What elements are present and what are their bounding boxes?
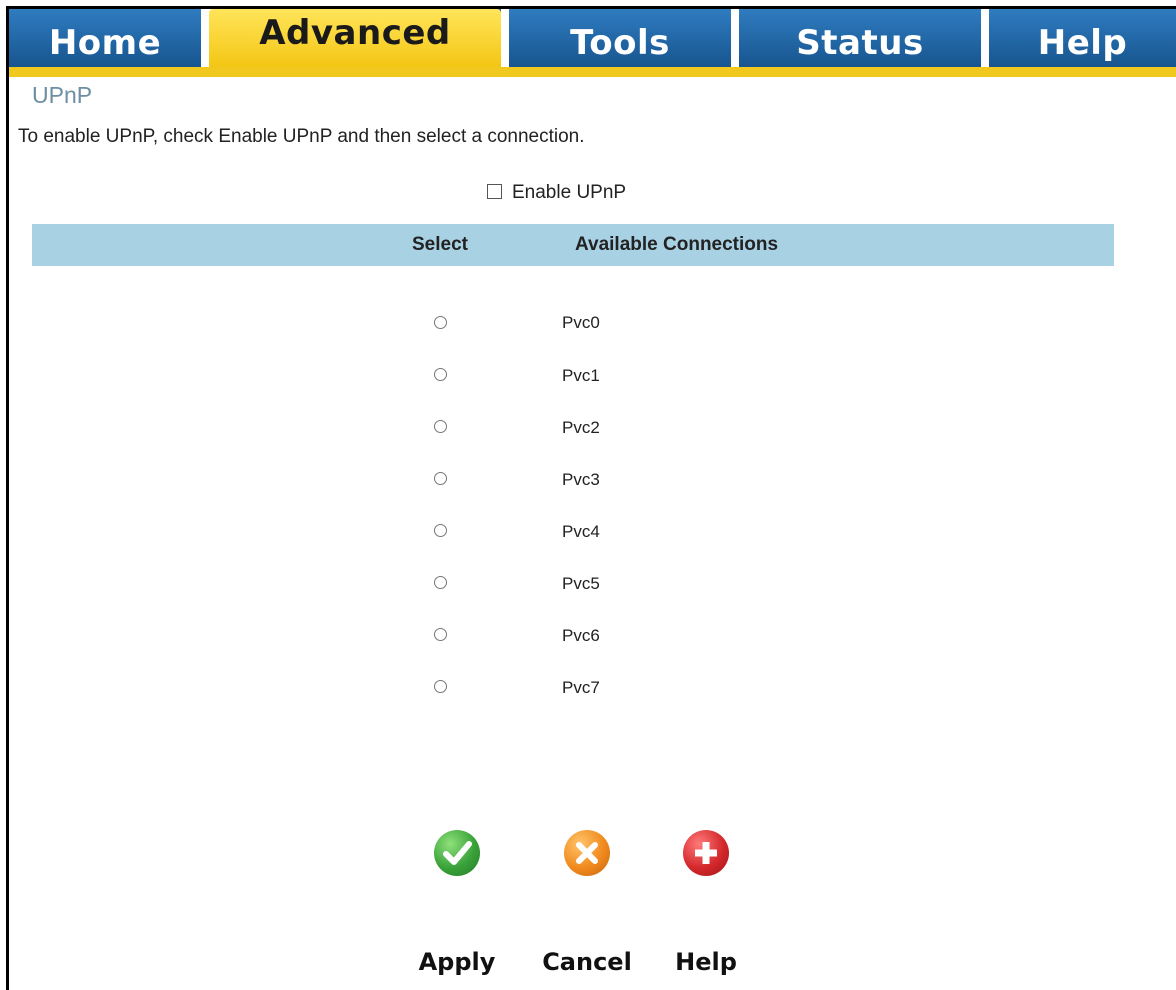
connection-radio-pvc6[interactable] xyxy=(434,628,447,641)
connection-label: Pvc5 xyxy=(562,574,600,593)
connection-radio-pvc2[interactable] xyxy=(434,420,447,433)
help-label: Help xyxy=(675,948,737,976)
apply-label: Apply xyxy=(418,948,496,976)
column-header-connections: Available Connections xyxy=(575,234,779,255)
page-title: UPnP xyxy=(32,82,93,108)
connection-label: Pvc4 xyxy=(562,522,600,541)
connection-label: Pvc0 xyxy=(562,313,600,332)
tab-status[interactable]: Status xyxy=(739,9,981,67)
enable-upnp-label: Enable UPnP xyxy=(512,182,627,203)
tab-home[interactable]: Home xyxy=(9,9,201,67)
nav-tab-bar: Home Advanced Tools Status Help xyxy=(9,9,1176,67)
connection-label: Pvc6 xyxy=(562,626,600,645)
cancel-button[interactable]: Cancel xyxy=(532,830,642,980)
enable-upnp-row[interactable]: Enable UPnP xyxy=(487,182,626,204)
cancel-label: Cancel xyxy=(542,948,632,976)
connection-radio-pvc0[interactable] xyxy=(434,316,447,329)
check-icon xyxy=(434,830,480,876)
connections-table-header: Select Available Connections xyxy=(32,224,1114,266)
x-icon xyxy=(564,830,610,876)
tab-bar-underline xyxy=(9,67,1176,77)
connection-radio-pvc1[interactable] xyxy=(434,368,447,381)
tab-tools[interactable]: Tools xyxy=(509,9,731,67)
connection-radio-pvc7[interactable] xyxy=(434,680,447,693)
connection-label: Pvc3 xyxy=(562,470,600,489)
connection-label: Pvc7 xyxy=(562,678,600,697)
connection-radio-pvc5[interactable] xyxy=(434,576,447,589)
connection-radio-pvc4[interactable] xyxy=(434,524,447,537)
plus-icon xyxy=(683,830,729,876)
apply-button[interactable]: Apply xyxy=(402,830,512,980)
help-button[interactable]: Help xyxy=(651,830,761,980)
intro-text: To enable UPnP, check Enable UPnP and th… xyxy=(18,126,585,147)
enable-upnp-checkbox[interactable] xyxy=(487,183,502,199)
column-header-select: Select xyxy=(412,234,468,255)
connection-label: Pvc2 xyxy=(562,418,600,437)
connection-label: Pvc1 xyxy=(562,366,600,385)
tab-advanced[interactable]: Advanced xyxy=(209,9,501,67)
tab-help[interactable]: Help xyxy=(989,9,1176,67)
connection-radio-pvc3[interactable] xyxy=(434,472,447,485)
